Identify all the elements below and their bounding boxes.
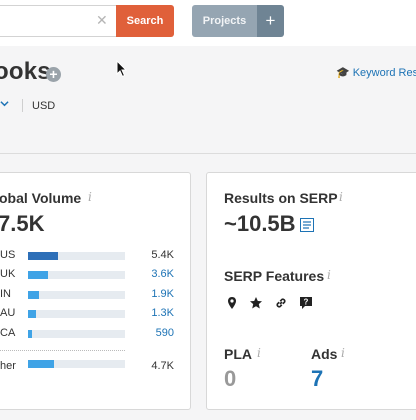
country-code: AU: [0, 307, 16, 319]
map-pin-icon[interactable]: [225, 296, 239, 310]
projects-button[interactable]: Projects: [192, 5, 257, 37]
volume-bar: [28, 330, 125, 338]
link-icon[interactable]: [274, 296, 288, 310]
graduation-cap-icon: 🎓: [336, 67, 350, 79]
separator: [22, 99, 23, 112]
volume-bar: [28, 291, 125, 299]
top-bar: ✕ Search Projects +: [0, 0, 416, 46]
volume-bar: [28, 252, 125, 260]
keyword-research-label: Keyword Res: [352, 67, 416, 79]
question-icon[interactable]: ?: [299, 296, 313, 310]
other-volume-bar: [28, 360, 125, 368]
ads-value[interactable]: 7: [311, 366, 323, 392]
add-project-button[interactable]: +: [257, 5, 284, 37]
pla-label: PLA: [224, 346, 252, 362]
mouse-cursor-icon: [116, 60, 128, 78]
info-icon[interactable]: i: [88, 190, 92, 204]
results-on-serp-label: Results on SERP: [224, 190, 338, 206]
star-icon[interactable]: [249, 296, 263, 310]
volume-bar-fill: [28, 291, 39, 299]
pla-value: 0: [224, 366, 237, 391]
divider: [0, 153, 416, 154]
volume-bar-fill: [28, 330, 32, 338]
other-label: her: [0, 360, 16, 372]
info-icon[interactable]: i: [339, 190, 343, 204]
country-code: US: [0, 249, 16, 261]
serp-features-label: SERP Features: [224, 268, 325, 284]
global-volume-value: 7.5K: [0, 211, 45, 236]
global-volume-label: obal Volume: [0, 190, 82, 206]
ads-label: Ads: [311, 346, 338, 362]
country-code: UK: [0, 268, 16, 280]
dotted-separator: [0, 350, 125, 351]
volume-bar: [28, 271, 125, 279]
info-icon[interactable]: i: [327, 268, 331, 282]
other-volume-value: 4.7K: [151, 360, 174, 372]
info-icon[interactable]: i: [257, 346, 261, 360]
results-on-serp-value: ~10.5B: [224, 211, 296, 236]
keyword-research-link[interactable]: 🎓 Keyword Res: [336, 66, 416, 79]
svg-text:?: ?: [304, 298, 309, 307]
plus-circle-icon[interactable]: +: [46, 67, 61, 82]
volume-bar-fill: [28, 310, 36, 318]
volume-bar: [28, 310, 125, 318]
info-icon[interactable]: i: [341, 346, 345, 360]
country-volume-value[interactable]: 1.3K: [151, 307, 174, 319]
country-volume-value[interactable]: 3.6K: [151, 268, 174, 280]
search-button[interactable]: Search: [116, 5, 174, 37]
country-code: IN: [0, 288, 11, 300]
currency-label[interactable]: USD: [32, 100, 55, 112]
volume-bar-fill: [28, 271, 49, 279]
close-icon[interactable]: ✕: [96, 12, 108, 28]
serp-list-icon[interactable]: [300, 218, 314, 232]
country-volume-value[interactable]: 590: [156, 327, 174, 339]
page-title: ooks: [0, 58, 51, 85]
volume-bar-fill: [28, 252, 59, 260]
country-volume-value: 5.4K: [151, 249, 174, 261]
country-volume-value[interactable]: 1.9K: [151, 288, 174, 300]
chevron-down-icon[interactable]: [0, 99, 9, 108]
country-code: CA: [0, 327, 16, 339]
other-volume-bar-fill: [28, 360, 55, 368]
